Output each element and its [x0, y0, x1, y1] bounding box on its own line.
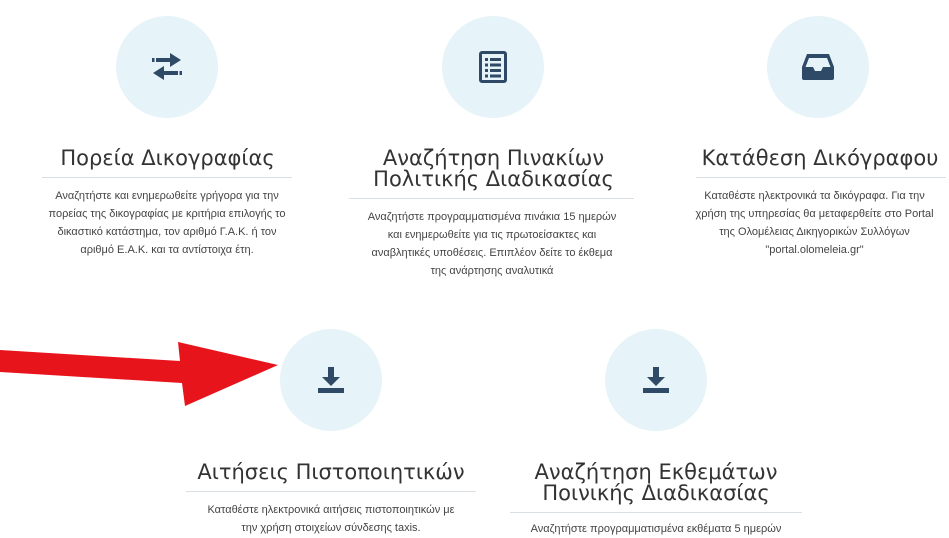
card-4-description: Καταθέστε ηλεκτρονικά αιτήσεις πιστοποιη…	[207, 504, 455, 534]
card-4-icon-circle[interactable]	[280, 329, 382, 431]
card-1-divider	[42, 177, 292, 178]
inbox-tray-icon	[801, 52, 835, 82]
card-5-title[interactable]: Αναζήτηση Εκθεμάτων Ποινικής Διαδικασίας	[520, 462, 792, 504]
card-2-icon-circle[interactable]	[442, 16, 544, 118]
card-1-icon-circle[interactable]	[116, 16, 218, 118]
download-icon	[316, 365, 346, 395]
card-3-title[interactable]: Κατάθεση Δικόγραφου	[690, 148, 949, 169]
card-3-divider	[696, 177, 946, 178]
card-3-description: Καταθέστε ηλεκτρονικά τα δικόγραφα. Για …	[695, 190, 934, 256]
card-5-icon-circle[interactable]	[605, 329, 707, 431]
card-4-title[interactable]: Αιτήσεις Πιστοποιητικών	[195, 462, 467, 483]
card-1-title[interactable]: Πορεία Δικογραφίας	[40, 148, 295, 169]
red-pointer-arrow	[0, 328, 285, 410]
list-document-icon	[479, 51, 507, 83]
card-2-title[interactable]: Αναζήτηση Πινακίων Πολιτικής Διαδικασίας	[366, 148, 621, 190]
card-2-description: Αναζητήστε προγραμματισμένα πινάκια 15 η…	[367, 211, 617, 277]
card-5-description: Αναζητήστε προγραμματισμένα εκθέματα 5 η…	[530, 523, 782, 535]
card-1-description: Αναζητήστε και ενημερωθείτε γρήγορα για …	[48, 190, 286, 256]
card-2-divider	[349, 198, 634, 199]
download-icon	[641, 365, 671, 395]
exchange-arrows-icon	[150, 52, 184, 82]
card-4-divider	[186, 491, 476, 492]
card-3-icon-circle[interactable]	[767, 16, 869, 118]
card-5-divider	[510, 512, 802, 513]
